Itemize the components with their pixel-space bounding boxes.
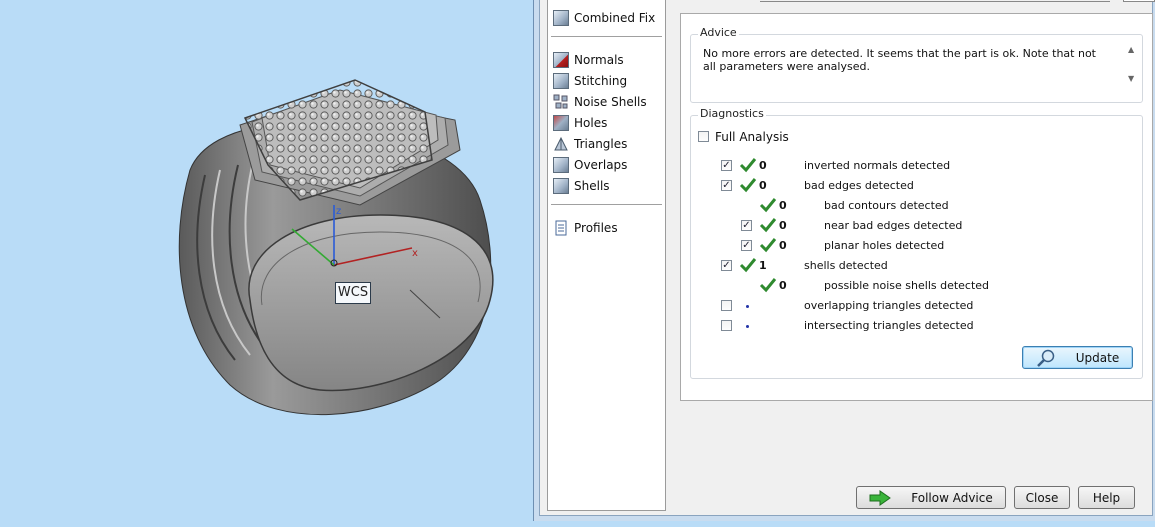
nav-item-combined-fix[interactable]: Combined Fix <box>553 8 655 28</box>
diagnostics-dialog: Combined Fix Normals Stitching Noise She… <box>533 0 1155 521</box>
nav-item-label: Noise Shells <box>574 95 647 109</box>
count: 0 <box>779 199 787 212</box>
count: 0 <box>759 159 767 172</box>
noise-shells-icon <box>553 94 569 110</box>
check-icon <box>759 218 777 233</box>
advice-scrollbar[interactable]: ▲ ▼ <box>1126 45 1138 83</box>
scroll-down-icon[interactable]: ▼ <box>1128 74 1134 83</box>
check-icon <box>739 178 757 193</box>
triangles-icon <box>553 136 569 152</box>
inverted-normals-checkbox[interactable]: ✓ <box>721 160 732 171</box>
diagnostic-label: possible noise shells detected <box>824 279 990 292</box>
holes-icon <box>553 115 569 131</box>
check-icon <box>759 198 777 213</box>
x-axis-label: x <box>412 248 418 259</box>
check-icon <box>759 278 777 293</box>
count: 1 <box>759 259 767 272</box>
green-arrow-icon <box>869 489 892 506</box>
nav-item-label: Shells <box>574 179 610 193</box>
nav-item-label: Triangles <box>574 137 628 151</box>
bad-edges-checkbox[interactable]: ✓ <box>721 180 732 191</box>
nav-item-label: Normals <box>574 53 624 67</box>
overlapping-triangles-checkbox[interactable] <box>721 300 732 311</box>
nav-item-profiles[interactable]: Profiles <box>553 218 618 238</box>
nav-item-triangles[interactable]: Triangles <box>553 134 627 154</box>
follow-advice-label: Follow Advice <box>911 490 993 505</box>
status-dot-icon <box>746 325 749 328</box>
nav-item-noise-shells[interactable]: Noise Shells <box>553 92 647 112</box>
profiles-icon <box>553 220 569 236</box>
diagnostic-label: intersecting triangles detected <box>804 319 974 332</box>
diagnostic-label: bad contours detected <box>824 199 949 212</box>
intersecting-triangles-checkbox[interactable] <box>721 320 732 331</box>
z-axis-label: z <box>336 206 341 217</box>
check-icon <box>739 258 757 273</box>
full-analysis-label: Full Analysis <box>715 130 789 144</box>
count: 0 <box>779 219 787 232</box>
overlaps-icon <box>553 157 569 173</box>
tab-strip <box>760 0 1110 2</box>
follow-advice-button[interactable]: Follow Advice <box>856 486 1006 509</box>
count: 0 <box>779 239 787 252</box>
nav-item-stitching[interactable]: Stitching <box>553 71 627 91</box>
diagnostic-label: planar holes detected <box>824 239 945 252</box>
tool-navigation: Combined Fix Normals Stitching Noise She… <box>547 0 666 511</box>
diagnostic-label: near bad edges detected <box>824 219 963 232</box>
scroll-up-icon[interactable]: ▲ <box>1128 45 1134 54</box>
nav-item-holes[interactable]: Holes <box>553 113 607 133</box>
shells-icon <box>553 178 569 194</box>
status-dot-icon <box>746 305 749 308</box>
nav-divider <box>551 204 662 205</box>
advice-title: Advice <box>698 26 739 39</box>
help-label: Help <box>1092 490 1121 505</box>
count: 0 <box>759 179 767 192</box>
check-icon <box>739 158 757 173</box>
diagnostic-label: overlapping triangles detected <box>804 299 974 312</box>
update-button-label: Update <box>1075 350 1120 365</box>
nav-item-label: Profiles <box>574 221 618 235</box>
nav-item-label: Combined Fix <box>574 11 656 25</box>
check-icon <box>759 238 777 253</box>
advice-group: Advice No more errors are detected. It s… <box>690 26 1143 103</box>
near-bad-edges-checkbox[interactable]: ✓ <box>741 220 752 231</box>
diagnostic-label: bad edges detected <box>804 179 914 192</box>
count: 0 <box>779 279 787 292</box>
diagnostic-label: inverted normals detected <box>804 159 951 172</box>
tab-strip-end <box>1123 0 1155 2</box>
3d-viewport[interactable]: z x WCS <box>0 0 535 527</box>
nav-item-label: Holes <box>574 116 608 130</box>
planar-holes-checkbox[interactable]: ✓ <box>741 240 752 251</box>
diagnostics-group: Diagnostics Full Analysis ✓ 0 inverted n… <box>690 107 1143 379</box>
nav-item-overlaps[interactable]: Overlaps <box>553 155 627 175</box>
normals-icon <box>553 52 569 68</box>
ring-model[interactable]: z x <box>0 0 535 527</box>
magnifier-icon <box>1036 349 1055 367</box>
dialog-body: Combined Fix Normals Stitching Noise She… <box>539 0 1155 516</box>
nav-item-shells[interactable]: Shells <box>553 176 610 196</box>
full-analysis-checkbox[interactable] <box>698 131 709 142</box>
nav-item-label: Overlaps <box>574 158 628 172</box>
advice-text: No more errors are detected. It seems th… <box>703 47 1096 73</box>
stitching-icon <box>553 73 569 89</box>
close-label: Close <box>1025 490 1059 505</box>
diagnostics-panel: Advice No more errors are detected. It s… <box>680 13 1153 401</box>
nav-divider <box>551 36 662 37</box>
help-button[interactable]: Help <box>1078 486 1135 509</box>
diagnostic-label: shells detected <box>804 259 888 272</box>
diagnostics-title: Diagnostics <box>698 107 766 120</box>
update-button[interactable]: Update <box>1022 346 1133 369</box>
combined-fix-icon <box>553 10 569 26</box>
nav-item-label: Stitching <box>574 74 628 88</box>
close-button[interactable]: Close <box>1014 486 1070 509</box>
shells-checkbox[interactable]: ✓ <box>721 260 732 271</box>
wcs-label: WCS <box>335 282 371 304</box>
nav-item-normals[interactable]: Normals <box>553 50 624 70</box>
